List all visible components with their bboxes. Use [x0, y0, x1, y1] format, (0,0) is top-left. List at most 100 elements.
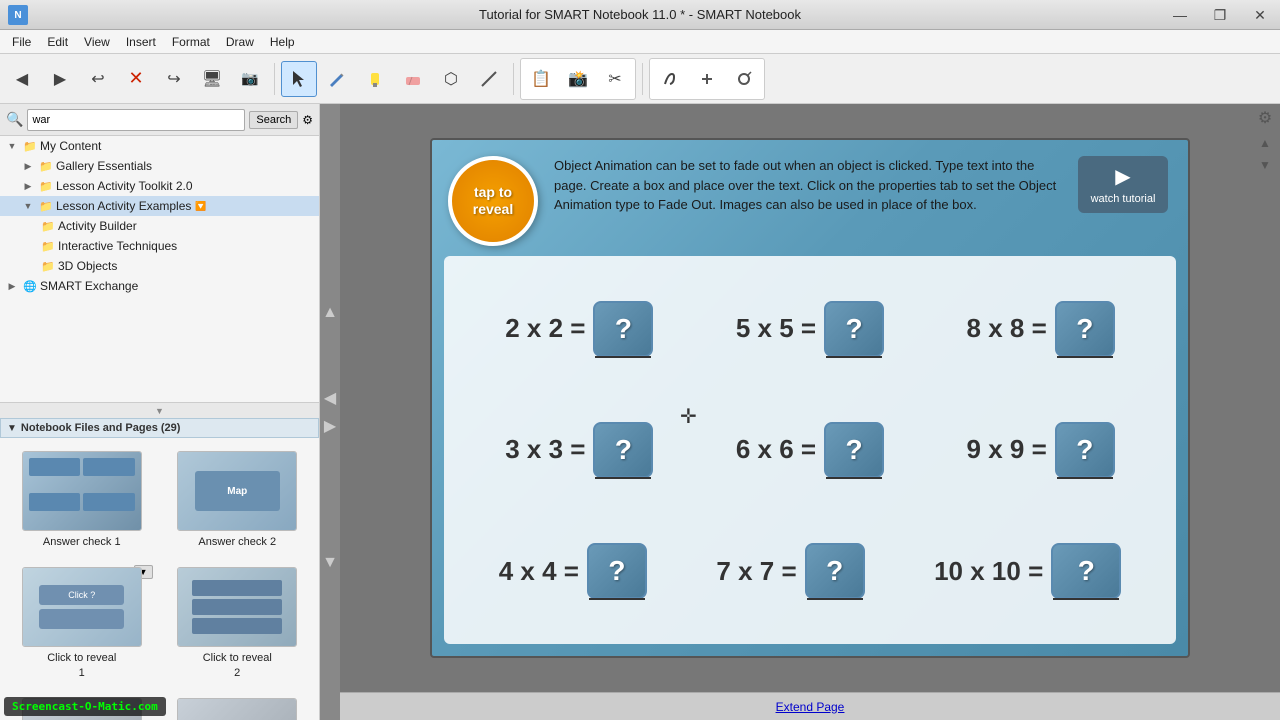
menu-edit[interactable]: Edit [39, 33, 76, 51]
thumb-answer-check-1[interactable]: Answer check 1 [8, 446, 156, 554]
undo-button[interactable]: ↩ [80, 61, 116, 97]
thumb-label-click-2: Click to reveal2 [203, 651, 272, 680]
tree-label-3d: 3D Objects [58, 259, 117, 273]
tree-label-gallery: Gallery Essentials [56, 159, 152, 173]
tree-item-smartexchange[interactable]: ▶ 🌐 SMART Exchange [0, 276, 319, 296]
folder-icon-interactive: 📁 [40, 238, 56, 254]
answer-box-1[interactable]: ? [593, 301, 653, 357]
dropdown-icon-examples[interactable]: 🔽 [195, 201, 206, 212]
fullscreen-button[interactable]: 🖥 [194, 61, 230, 97]
up-arrow-icon[interactable]: ▲ [322, 304, 338, 322]
watch-tutorial-label: watch tutorial [1091, 193, 1156, 205]
answer-box-8[interactable]: ? [805, 543, 865, 599]
answer-box-5[interactable]: ? [824, 422, 884, 478]
answer-box-9[interactable]: ? [1051, 543, 1121, 599]
capture-button[interactable]: 📷 [232, 61, 268, 97]
canvas-content: ✛ tap toreveal Object Animation can be s… [340, 104, 1280, 720]
scissors-tool[interactable]: ✂ [597, 61, 633, 97]
math-problem-9: 10 x 10 = ? [934, 543, 1121, 599]
thumb-answer-check-2[interactable]: Map Answer check 2 [164, 446, 312, 554]
search-button[interactable]: Search [249, 111, 298, 129]
settings-icon[interactable]: ⚙ [1258, 108, 1272, 128]
equation-1: 2 x 2 = [505, 313, 585, 344]
math-problem-8: 7 x 7 = ? [716, 543, 864, 599]
left-arrow-icon[interactable]: ◀ [324, 388, 336, 408]
math-row-2: 3 x 3 = ? 6 x 6 = ? [464, 393, 1156, 506]
ink-tool-3[interactable] [726, 61, 762, 97]
camera-tool[interactable]: 📸 [560, 61, 596, 97]
maximize-button[interactable]: ❐ [1200, 0, 1240, 30]
tree-item-3d[interactable]: 📁 3D Objects [0, 256, 319, 276]
equation-3: 8 x 8 = [967, 313, 1047, 344]
window-controls: — ❐ ✕ [1160, 0, 1280, 30]
extend-page-link[interactable]: Extend Page [776, 700, 845, 714]
tree-item-mycontent[interactable]: ▼ 📁 My Content [0, 136, 319, 156]
menu-view[interactable]: View [76, 33, 118, 51]
math-row-3: 4 x 4 = ? 7 x 7 = ? [464, 515, 1156, 628]
eraser-tool[interactable] [395, 61, 431, 97]
folder-icon-toolkit: 📁 [38, 178, 54, 194]
tree-item-activitybuilder[interactable]: 📁 Activity Builder [0, 216, 319, 236]
thumb-img-click-1: Click ? [22, 567, 142, 647]
thumb-click-reveal-2[interactable]: Click to reveal2 [164, 562, 312, 685]
back-button[interactable]: ◀ [4, 61, 40, 97]
thumb-click-reveal-1[interactable]: ▼ Click ? Click to reveal1 [8, 562, 156, 685]
thumb-color-reveal-2[interactable]: method 2 Color reveal -method 2 [164, 693, 312, 720]
tree-item-examples[interactable]: ▼ 📁 Lesson Activity Examples 🔽 [0, 196, 319, 216]
watermark: Screencast-O-Matic.com [4, 697, 166, 716]
answer-box-6[interactable]: ? [1055, 422, 1115, 478]
menu-file[interactable]: File [4, 33, 39, 51]
equation-5: 6 x 6 = [736, 434, 816, 465]
tree-item-interactive[interactable]: 📁 Interactive Techniques [0, 236, 319, 256]
search-options-icon[interactable]: ⚙ [302, 113, 313, 127]
tree-label-toolkit: Lesson Activity Toolkit 2.0 [56, 179, 193, 193]
menu-draw[interactable]: Draw [218, 33, 262, 51]
thumb-img-click-2 [177, 567, 297, 647]
menu-format[interactable]: Format [164, 33, 218, 51]
answer-box-2[interactable]: ? [824, 301, 884, 357]
arrow-down-icon[interactable]: ▼ [1259, 158, 1271, 172]
thumb-img-answer-1 [22, 451, 142, 531]
menu-help[interactable]: Help [262, 33, 303, 51]
close-button[interactable]: ✕ [1240, 0, 1280, 30]
expand-icon-gallery: ▶ [20, 158, 36, 174]
right-arrow-icon[interactable]: ▶ [324, 416, 336, 436]
thumb-label-click-1: Click to reveal1 [47, 651, 116, 680]
qmark-2: ? [846, 313, 863, 345]
pointer-tool[interactable] [281, 61, 317, 97]
qmark-3: ? [1076, 313, 1093, 345]
delete-red-button[interactable]: ✕ [118, 61, 154, 97]
tree-item-gallery[interactable]: ▶ 📁 Gallery Essentials [0, 156, 319, 176]
qmark-1: ? [615, 313, 632, 345]
redo-button[interactable]: ↪ [156, 61, 192, 97]
minimize-button[interactable]: — [1160, 0, 1200, 30]
pen-tool[interactable] [319, 61, 355, 97]
answer-box-3[interactable]: ? [1055, 301, 1115, 357]
folder-icon: 📁 [22, 138, 38, 154]
thumbnails-grid: Answer check 1 Map Answer check 2 ▼ [0, 438, 319, 720]
ink-tool-1[interactable] [652, 61, 688, 97]
globe-icon: 🌐 [22, 278, 38, 294]
answer-box-7[interactable]: ? [587, 543, 647, 599]
forward-button[interactable]: ▶ [42, 61, 78, 97]
down-arrow-icon[interactable]: ▼ [322, 554, 338, 572]
thumb-label-answer-2: Answer check 2 [198, 535, 276, 549]
watch-tutorial-button[interactable]: ▶ watch tutorial [1078, 156, 1168, 213]
sidebar-content: ▼ 📁 My Content ▶ 📁 Gallery Essentials ▶ … [0, 136, 319, 402]
arrow-up-icon[interactable]: ▲ [1259, 136, 1271, 150]
tap-reveal-badge[interactable]: tap toreveal [448, 156, 538, 246]
line-tool[interactable] [471, 61, 507, 97]
paste-tool[interactable]: 📋 [523, 61, 559, 97]
menu-insert[interactable]: Insert [118, 33, 164, 51]
highlighter-tool[interactable] [357, 61, 393, 97]
math-problem-6: 9 x 9 = ? [967, 422, 1115, 478]
answer-box-4[interactable]: ? [593, 422, 653, 478]
section-header[interactable]: ▼ Notebook Files and Pages (29) [0, 418, 319, 438]
separator-3 [642, 63, 643, 95]
tree-item-toolkit[interactable]: ▶ 📁 Lesson Activity Toolkit 2.0 [0, 176, 319, 196]
shapes-tool[interactable]: ⬡ [433, 61, 469, 97]
ink-tool-2[interactable] [689, 61, 725, 97]
tree-label-smart: SMART Exchange [40, 279, 138, 293]
search-input[interactable] [27, 109, 245, 131]
math-problem-1: 2 x 2 = ? [505, 301, 653, 357]
